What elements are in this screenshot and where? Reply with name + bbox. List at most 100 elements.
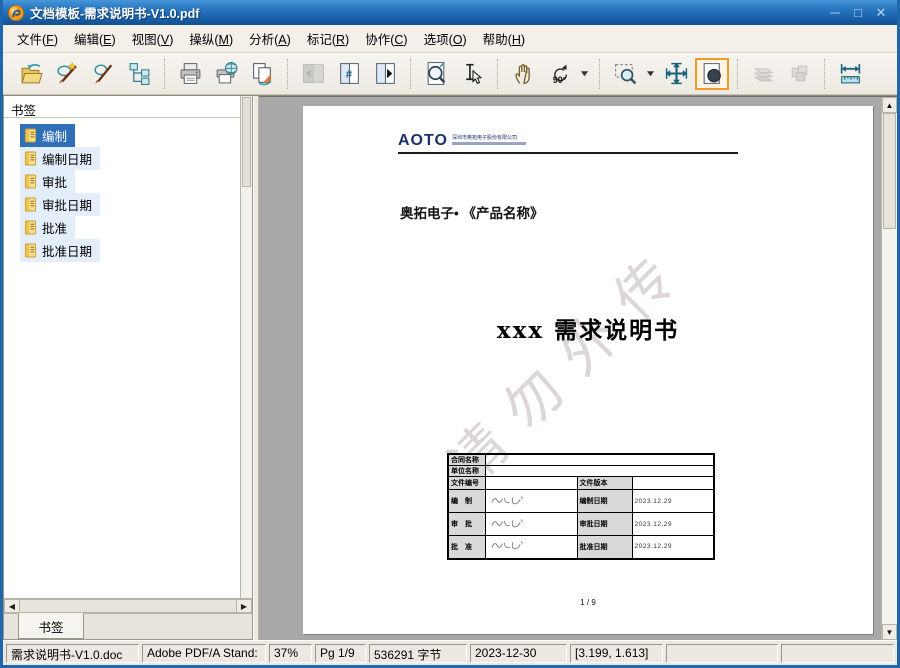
document-scroll-thumb[interactable] [883, 113, 896, 229]
print-icon [178, 61, 203, 86]
app-icon [7, 4, 25, 22]
svg-text:90°: 90° [552, 75, 566, 85]
toolbar-group [745, 58, 817, 90]
bookmark-item[interactable]: 编制日期 [4, 147, 240, 170]
toolbar-group [13, 58, 157, 90]
header-rule [398, 152, 738, 154]
bookmark-icon [24, 151, 37, 166]
product-name-line: 奥拓电子• 《产品名称》 [400, 202, 543, 222]
page-number-footer: 1 / 9 [303, 598, 873, 607]
document-vertical-scrollbar[interactable]: ▲ ▼ [881, 97, 897, 640]
layers-icon [751, 61, 776, 86]
print-button[interactable] [173, 58, 207, 90]
fit-page-icon [664, 61, 689, 86]
bookmark[interactable]: 审批 [20, 170, 75, 193]
bookmark-tree-button[interactable] [122, 58, 156, 90]
menu-item-c[interactable]: 协作(C) [357, 26, 415, 51]
select-text-button[interactable] [455, 58, 489, 90]
table-label-cell: 审 批 [448, 513, 485, 536]
bookmark-item[interactable]: 编制 [4, 124, 240, 147]
toolbar-group: # [295, 58, 403, 90]
signature-scribble [488, 538, 530, 553]
scroll-right-icon[interactable]: ▶ [236, 599, 252, 613]
bookmark-selected[interactable]: 编制 [20, 124, 75, 147]
markup-note-button[interactable] [86, 58, 120, 90]
next-page-icon [373, 61, 398, 86]
print-preview-button[interactable] [209, 58, 243, 90]
bookmark[interactable]: 编制日期 [20, 147, 100, 170]
table-label-cell: 编 制 [448, 490, 485, 513]
sidebar-horizontal-scrollbar[interactable]: ◀ ▶ [4, 598, 252, 613]
content-area: 书签 编制编制日期审批审批日期批准批准日期 ◀ ▶ 书签 请勿外传 [3, 95, 897, 640]
snapshot-icon [787, 61, 812, 86]
signature-cell [485, 490, 577, 513]
menu-item-f[interactable]: 文件(F) [9, 26, 66, 51]
table-label-cell: 批准日期 [577, 536, 632, 559]
bookmark-item[interactable]: 批准 [4, 216, 240, 239]
bookmark-item[interactable]: 审批 [4, 170, 240, 193]
rotate-90-icon: 90° [547, 61, 572, 86]
previous-page-button [296, 58, 330, 90]
bookmark-item[interactable]: 批准日期 [4, 239, 240, 262]
bookmark-item[interactable]: 审批日期 [4, 193, 240, 216]
dropdown-arrow[interactable] [578, 58, 591, 90]
status-cell-5: 2023-12-30 [470, 644, 567, 663]
bookmark-tree-icon [127, 61, 152, 86]
tab-bookmarks[interactable]: 书签 [18, 613, 84, 639]
menu-item-h[interactable]: 帮助(H) [475, 26, 533, 51]
hand-tool-button[interactable] [506, 58, 540, 90]
status-cell-1: Adobe PDF/A Stand: [142, 644, 266, 663]
minimize-button[interactable]: ─ [825, 5, 845, 21]
menu-item-a[interactable]: 分析(A) [241, 26, 299, 51]
menu-item-o[interactable]: 选项(O) [416, 26, 475, 51]
bookmark[interactable]: 批准日期 [20, 239, 100, 262]
markup-star-button[interactable] [50, 58, 84, 90]
measure-button[interactable] [833, 58, 867, 90]
window-title: 文档模板-需求说明书-V1.0.pdf [30, 3, 822, 22]
scroll-up-icon[interactable]: ▲ [882, 97, 897, 113]
fit-page-button[interactable] [659, 58, 693, 90]
menu-item-v[interactable]: 视图(V) [124, 26, 182, 51]
table-value-cell: 2023.12.29 [632, 536, 714, 559]
next-page-button[interactable] [368, 58, 402, 90]
print-preview-icon [214, 61, 239, 86]
approval-table-row: 单位名称 [448, 466, 714, 477]
maximize-button[interactable]: □ [848, 5, 868, 21]
document-view: 请勿外传 AOTO 深圳市奥拓电子股份有限公司 奥拓电子• 《产品名称》 xxx… [259, 96, 897, 640]
close-button[interactable]: ✕ [871, 5, 891, 21]
sidebar-scroll-thumb[interactable] [242, 97, 251, 187]
status-cell-6: [3.199, 1.613] [570, 644, 663, 663]
zoom-tool-button[interactable] [419, 58, 453, 90]
toolbar-separator [164, 59, 165, 89]
signature-scribble [488, 516, 530, 531]
toolbar-separator [737, 59, 738, 89]
approval-table-body: 合同名称单位名称文件编号文件版本编 制编制日期2023.12.29审 批审批日期… [448, 454, 714, 559]
dropdown-arrow-icon [580, 69, 589, 78]
scroll-left-icon[interactable]: ◀ [4, 599, 20, 613]
sidebar-vertical-scrollbar[interactable] [240, 96, 252, 598]
logo-company-text: 深圳市奥拓电子股份有限公司 [452, 135, 526, 145]
rotate-90-button[interactable]: 90° [542, 58, 576, 90]
dropdown-arrow[interactable] [644, 58, 657, 90]
bookmark[interactable]: 审批日期 [20, 193, 100, 216]
marquee-zoom-button[interactable] [608, 58, 642, 90]
menu-item-r[interactable]: 标记(R) [299, 26, 357, 51]
bookmark-icon [24, 128, 37, 143]
sidebar-hscroll-thumb[interactable] [20, 599, 236, 613]
scroll-down-icon[interactable]: ▼ [882, 624, 897, 640]
menu-bar: 文件(F)编辑(E)视图(V)操纵(M)分析(A)标记(R)协作(C)选项(O)… [3, 25, 897, 53]
svg-text:#: # [345, 69, 352, 81]
approval-table-row: 编 制编制日期2023.12.29 [448, 490, 714, 513]
table-label-cell: 单位名称 [448, 466, 485, 477]
status-cell-0: 需求说明书-V1.0.doc [6, 644, 139, 663]
pan-window-button[interactable] [695, 58, 729, 90]
signature-cell [485, 513, 577, 536]
menu-item-m[interactable]: 操纵(M) [181, 26, 241, 51]
open-file-button[interactable] [14, 58, 48, 90]
goto-page-button[interactable]: # [332, 58, 366, 90]
toolbar-separator [599, 59, 600, 89]
bookmark[interactable]: 批准 [20, 216, 75, 239]
menu-item-e[interactable]: 编辑(E) [66, 26, 124, 51]
title-bar: 文档模板-需求说明书-V1.0.pdf ─ □ ✕ [3, 0, 897, 25]
copy-pages-button[interactable] [245, 58, 279, 90]
